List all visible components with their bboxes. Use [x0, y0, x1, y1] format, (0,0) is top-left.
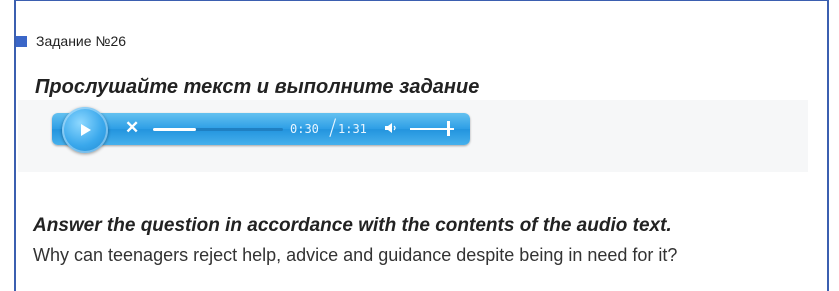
instruction-title: Прослушайте текст и выполните задание [35, 76, 480, 98]
play-icon [81, 124, 91, 136]
task-label: Задание №26 [36, 33, 127, 49]
question-heading: Answer the question in accordance with t… [33, 215, 672, 236]
task-header: Задание №26 [16, 33, 126, 49]
task-marker-icon [16, 35, 27, 47]
progress-fill [153, 128, 196, 131]
question-text: Why can teenagers reject help, advice an… [33, 245, 678, 265]
time-separator: / [329, 116, 337, 141]
play-button[interactable] [62, 107, 108, 153]
total-time: 1:31 [338, 122, 367, 136]
volume-handle[interactable] [447, 121, 450, 136]
current-time: 0:30 [290, 122, 319, 136]
close-icon[interactable]: ✕ [125, 118, 139, 138]
progress-bar[interactable] [153, 128, 283, 131]
volume-icon[interactable] [384, 121, 398, 140]
